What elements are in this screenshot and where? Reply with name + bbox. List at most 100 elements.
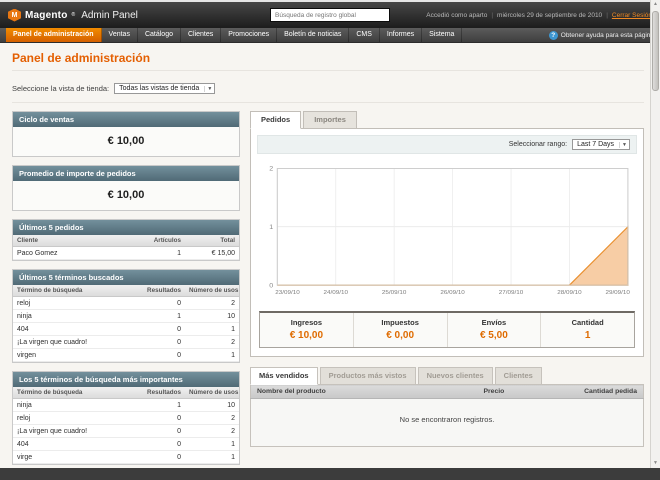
cell-uses: 2 (185, 424, 239, 438)
cell-results: 1 (143, 398, 185, 412)
dashboard-right-column: Pedidos Importes Seleccionar rango: Last… (250, 111, 644, 467)
cell-term: ninja (13, 309, 143, 323)
page-title: Panel de administración (12, 51, 644, 71)
column-header: Término de búsqueda (13, 387, 143, 399)
table-row[interactable]: Paco Gomez 1 € 15,00 (13, 246, 239, 260)
orders-chart-container: 0 1 2 23/09/10 24/09/10 25/09/10 26/09/10 27/09… (259, 161, 635, 301)
cell-cliente: Paco Gomez (13, 246, 143, 260)
table-row[interactable]: virgen 0 1 (13, 348, 239, 362)
tab-importes[interactable]: Importes (303, 111, 357, 129)
stat-ingresos: Ingresos € 10,00 (260, 313, 354, 347)
vertical-scrollbar[interactable]: ▲ ▼ (650, 0, 660, 468)
cell-results: 0 (143, 437, 185, 451)
tab-productos-mas-vistos[interactable]: Productos más vistos (319, 367, 416, 385)
nav-item-boletin[interactable]: Boletín de noticias (277, 28, 350, 42)
stat-label: Envíos (481, 318, 507, 327)
cell-term: ¡La virgen que cuadro! (13, 424, 143, 438)
svg-text:0: 0 (269, 283, 273, 290)
top-header: Magento ® Admin Panel Accedió como apart… (0, 0, 660, 28)
svg-text:29/09/10: 29/09/10 (605, 290, 630, 296)
header-separator: | (606, 11, 608, 19)
nav-item-promociones[interactable]: Promociones (221, 28, 278, 42)
grid-header-row: Nombre del producto Precio Cantidad pedi… (250, 384, 644, 399)
tab-mas-vendidos[interactable]: Más vendidos (250, 367, 318, 385)
table-row[interactable]: virge 0 1 (13, 450, 239, 464)
trademark-symbol: ® (71, 12, 76, 18)
cell-term: 404 (13, 437, 143, 451)
logo-subtitle: Admin Panel (81, 9, 138, 21)
nav-item-catalogo[interactable]: Catálogo (138, 28, 181, 42)
column-header: Cliente (13, 235, 143, 247)
last-search-terms-box: Últimos 5 términos buscados Término de b… (12, 269, 240, 363)
last-orders-table: Cliente Artículos Total Paco Gomez 1 € 1… (13, 235, 239, 260)
store-view-label: Seleccione la vista de tienda: (12, 84, 110, 93)
nav-item-ventas[interactable]: Ventas (102, 28, 138, 42)
stat-cantidad: Cantidad 1 (541, 313, 634, 347)
column-header: Total (185, 235, 239, 247)
table-row[interactable]: reloj 0 2 (13, 411, 239, 425)
cell-results: 1 (143, 309, 185, 323)
box-title: Últimos 5 términos buscados (13, 270, 239, 285)
column-header: Resultados (143, 387, 185, 399)
table-header-row: Término de búsqueda Resultados Número de… (13, 285, 239, 297)
nav-item-clientes[interactable]: Clientes (181, 28, 222, 42)
table-row[interactable]: 404 0 1 (13, 322, 239, 336)
stat-label: Impuestos (381, 318, 419, 327)
tab-nuevos-clientes[interactable]: Nuevos clientes (417, 367, 493, 385)
cell-total: € 15,00 (185, 246, 239, 260)
svg-text:2: 2 (269, 166, 273, 173)
store-view-select[interactable]: Todas las vistas de tienda ▼ (114, 83, 216, 94)
cell-term: virgen (13, 348, 143, 362)
box-title: Ciclo de ventas (13, 112, 239, 127)
top-search-terms-table: Término de búsqueda Resultados Número de… (13, 387, 239, 464)
cell-uses: 10 (185, 309, 239, 323)
column-header: Artículos (143, 235, 185, 247)
last-search-terms-table: Término de búsqueda Resultados Número de… (13, 285, 239, 362)
global-search-input[interactable] (270, 8, 390, 22)
logo-text: Magento (25, 9, 68, 21)
nav-item-dashboard[interactable]: Panel de administración (6, 28, 102, 42)
no-records-message: No se encontraron registros. (250, 398, 644, 447)
table-row[interactable]: reloj 0 2 (13, 296, 239, 310)
nav-item-sistema[interactable]: Sistema (422, 28, 463, 42)
box-title: Promedio de importe de pedidos (13, 166, 239, 181)
cell-term: virge (13, 450, 143, 464)
cell-uses: 1 (185, 437, 239, 451)
dashboard-content: Panel de administración Seleccione la vi… (0, 43, 660, 467)
cell-results: 0 (143, 411, 185, 425)
tab-pedidos[interactable]: Pedidos (250, 111, 302, 129)
svg-text:23/09/10: 23/09/10 (275, 290, 300, 296)
logged-in-as-text: Accedió como aparto (426, 11, 488, 19)
average-orders-box: Promedio de importe de pedidos € 10,00 (12, 165, 240, 211)
nav-item-informes[interactable]: Informes (380, 28, 423, 42)
box-title: Últimos 5 pedidos (13, 220, 239, 235)
magento-logo: Magento ® Admin Panel (8, 8, 138, 22)
nav-item-cms[interactable]: CMS (349, 28, 380, 42)
scrollbar-thumb[interactable] (652, 11, 659, 91)
range-select[interactable]: Last 7 Days ▼ (572, 139, 630, 150)
table-row[interactable]: ninja 1 10 (13, 398, 239, 412)
logout-link[interactable]: Cerrar Sesión (612, 12, 652, 19)
table-header-row: Cliente Artículos Total (13, 235, 239, 247)
cell-uses: 1 (185, 450, 239, 464)
table-row[interactable]: ¡La virgen que cuadro! 0 2 (13, 335, 239, 349)
table-row[interactable]: ninja 1 10 (13, 309, 239, 323)
cell-articulos: 1 (143, 246, 185, 260)
table-row[interactable]: ¡La virgen que cuadro! 0 2 (13, 424, 239, 438)
stat-value: 1 (584, 330, 591, 341)
help-link[interactable]: ? Obtener ayuda para esta página (548, 28, 654, 42)
footer-bar (0, 468, 660, 480)
cell-term: reloj (13, 411, 143, 425)
column-header: Término de búsqueda (13, 285, 143, 297)
totals-bar: Ingresos € 10,00 Impuestos € 0,00 Envíos… (259, 311, 635, 348)
table-row[interactable]: 404 0 1 (13, 437, 239, 451)
average-orders-value: € 10,00 (13, 181, 239, 210)
scroll-up-arrow-icon[interactable]: ▲ (651, 0, 660, 9)
cell-uses: 2 (185, 335, 239, 349)
stat-label: Cantidad (571, 318, 604, 327)
products-section: Más vendidos Productos más vistos Nuevos… (250, 367, 644, 447)
tab-clientes[interactable]: Clientes (494, 367, 542, 385)
products-tabs: Más vendidos Productos más vistos Nuevos… (250, 367, 644, 385)
scroll-down-arrow-icon[interactable]: ▼ (651, 459, 660, 468)
svg-text:24/09/10: 24/09/10 (323, 290, 348, 296)
